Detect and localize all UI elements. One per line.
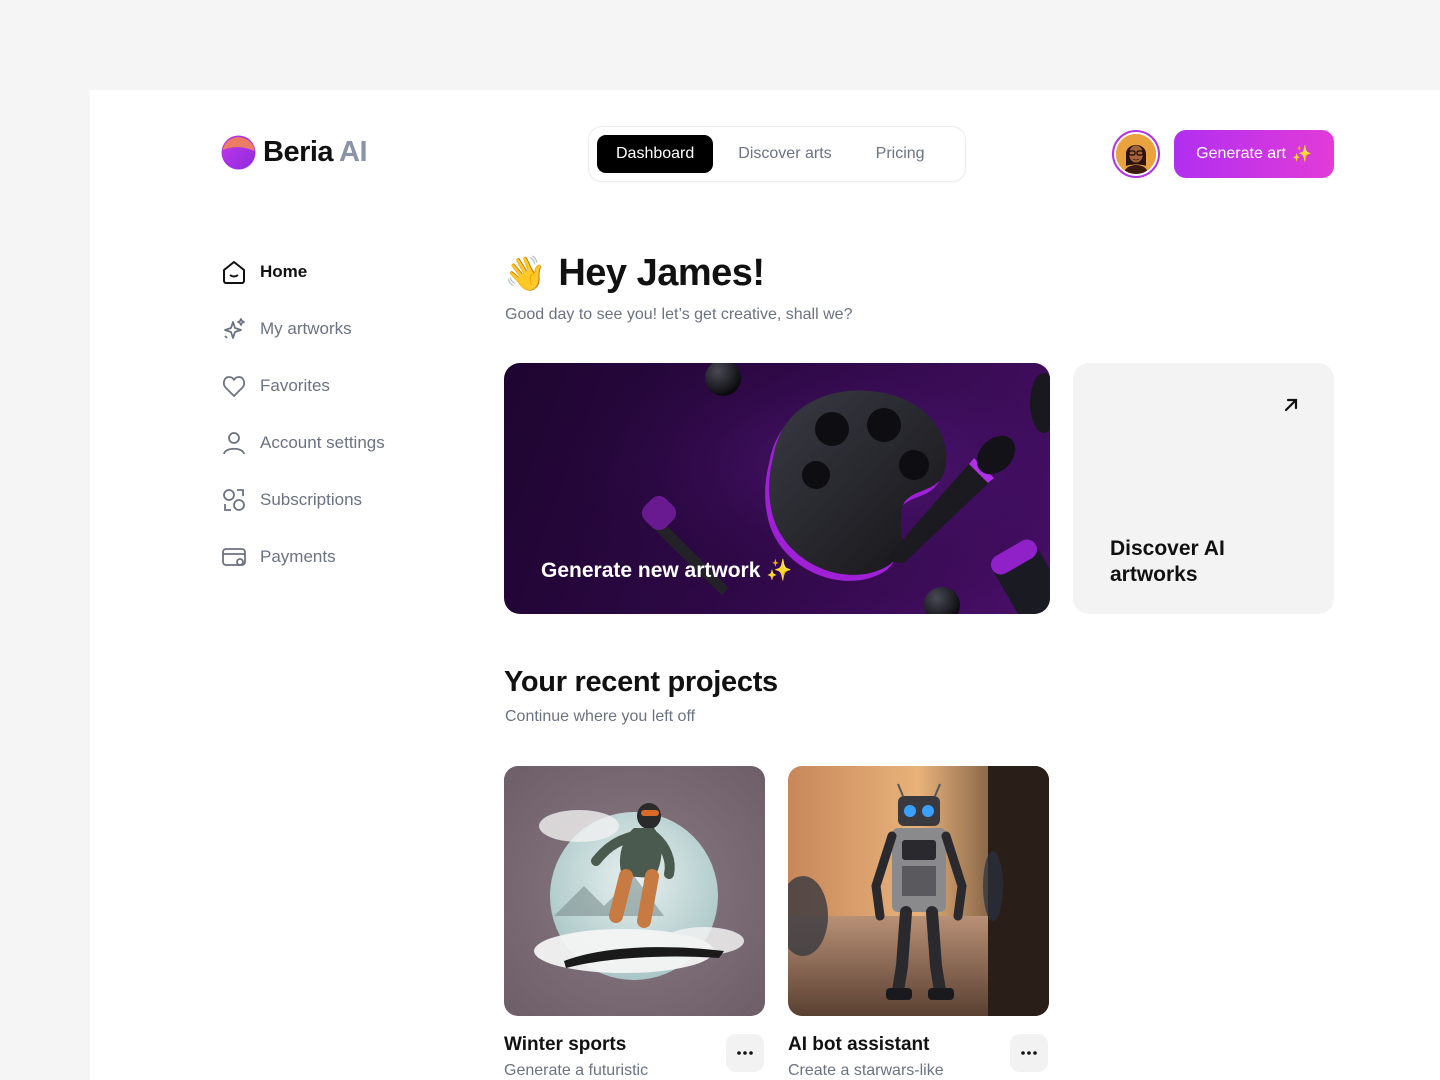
project-description: Generate a futuristic xyxy=(504,1062,649,1079)
project-title: Winter sports xyxy=(504,1034,627,1055)
project-title: AI bot assistant xyxy=(788,1034,930,1055)
sidebar: Home My artworks Favorites Account setti… xyxy=(220,256,385,598)
more-options-button[interactable] xyxy=(1010,1034,1048,1072)
project-thumbnail xyxy=(504,766,765,1016)
heart-icon xyxy=(220,372,248,400)
tab-dashboard[interactable]: Dashboard xyxy=(597,135,714,173)
sidebar-item-label: My artworks xyxy=(260,319,352,338)
project-thumbnail xyxy=(788,766,1049,1016)
more-dots-icon xyxy=(1021,1051,1037,1055)
page-title: Hey James! xyxy=(558,252,765,294)
generate-art-button[interactable]: Generate art ✨ xyxy=(1174,130,1334,178)
top-nav: Dashboard Discover arts Pricing xyxy=(588,126,966,182)
more-options-button[interactable] xyxy=(726,1034,764,1072)
discover-ai-artworks-card[interactable]: Discover AI artworks xyxy=(1073,363,1334,614)
section-title: Your recent projects xyxy=(504,666,778,698)
avatar-image xyxy=(1116,134,1156,174)
generate-art-label: Generate art xyxy=(1196,145,1286,162)
arrow-up-right-icon xyxy=(1284,398,1298,412)
brand-logo[interactable]: Beria AI xyxy=(220,134,368,171)
sidebar-item-home[interactable]: Home xyxy=(220,256,385,288)
brand-suffix: AI xyxy=(339,136,368,168)
sparkle-icon xyxy=(220,315,248,343)
generate-artwork-card[interactable]: Generate new artwork ✨ xyxy=(504,363,1050,614)
sidebar-item-favorites[interactable]: Favorites xyxy=(220,370,385,402)
hero-title: Generate new artwork xyxy=(541,559,761,582)
project-description: Create a starwars-like xyxy=(788,1062,944,1079)
sparkle-emoji-icon: ✨ xyxy=(766,559,793,582)
sidebar-item-label: Payments xyxy=(260,547,336,566)
page-subtitle: Good day to see you! let’s get creative,… xyxy=(505,306,853,323)
logo-icon xyxy=(220,134,257,171)
project-card-winter-sports[interactable]: Winter sports Generate a futuristic xyxy=(504,766,765,1079)
brand-name: Beria xyxy=(263,136,334,168)
app-frame: Beria AI Dashboard Discover arts Pricing … xyxy=(90,90,1440,1080)
card-icon xyxy=(220,543,248,571)
section-subtitle: Continue where you left off xyxy=(505,708,696,725)
sidebar-item-label: Account settings xyxy=(260,433,385,452)
tab-discover-arts[interactable]: Discover arts xyxy=(719,135,850,173)
home-icon xyxy=(220,258,248,286)
avatar[interactable] xyxy=(1112,130,1160,178)
greeting: 👋 Hey James! xyxy=(504,252,765,295)
discover-title: Discover AI artworks xyxy=(1110,537,1225,586)
sparkle-emoji-icon: ✨ xyxy=(1291,146,1312,163)
sidebar-item-account-settings[interactable]: Account settings xyxy=(220,427,385,459)
waving-hand-icon: 👋 xyxy=(504,254,547,293)
sidebar-item-label: Subscriptions xyxy=(260,490,363,509)
sidebar-item-label: Favorites xyxy=(260,376,330,395)
more-dots-icon xyxy=(737,1051,753,1055)
sidebar-item-payments[interactable]: Payments xyxy=(220,541,385,573)
tab-pricing[interactable]: Pricing xyxy=(857,135,944,173)
sidebar-item-my-artworks[interactable]: My artworks xyxy=(220,313,385,345)
subscription-icon xyxy=(220,486,248,514)
project-card-ai-bot-assistant[interactable]: AI bot assistant Create a starwars-like xyxy=(788,766,1049,1079)
sidebar-item-subscriptions[interactable]: Subscriptions xyxy=(220,484,385,516)
user-icon xyxy=(220,429,248,457)
sidebar-item-label: Home xyxy=(260,262,308,281)
